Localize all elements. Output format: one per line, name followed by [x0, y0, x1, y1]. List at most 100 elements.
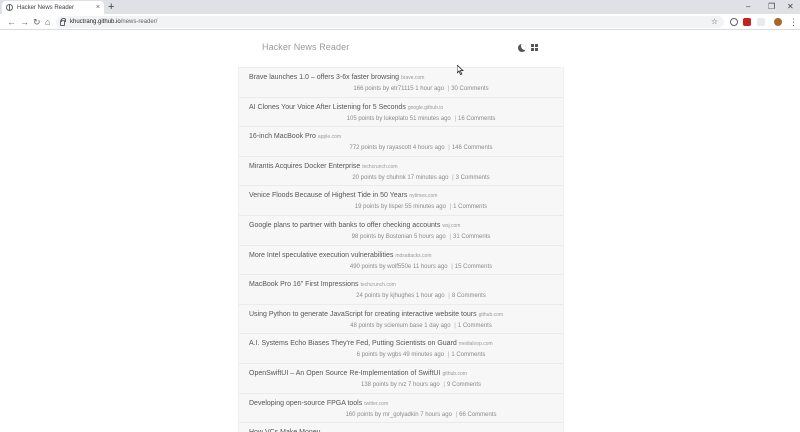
extension-puzzle-icon[interactable]: [757, 18, 765, 26]
story-title-link[interactable]: A.I. Systems Echo Biases They're Fed, Pu…: [249, 340, 457, 347]
story-comments-link[interactable]: 9 Comments: [447, 382, 481, 388]
story-author[interactable]: wgbs: [387, 352, 401, 358]
story-comments-link[interactable]: 146 Comments: [452, 145, 493, 151]
story-points: 6 points: [356, 352, 378, 359]
story-item: Mirantis Acquires Docker Enterprise techc…: [239, 157, 563, 187]
story-age: 49 minutes ago: [403, 352, 445, 359]
extension-icon[interactable]: [730, 18, 738, 26]
story-item: A.I. Systems Echo Biases They're Fed, Pu…: [239, 334, 563, 364]
story-author[interactable]: rayascott: [387, 145, 411, 151]
by-label: by: [374, 411, 382, 418]
story-title-link[interactable]: Developing open-source FPGA tools: [249, 400, 362, 407]
story-author[interactable]: wolf550e: [387, 264, 411, 270]
story-domain[interactable]: mdsattacks.com: [395, 253, 431, 259]
globe-icon: [6, 4, 13, 11]
story-age: 5 hours ago: [414, 233, 446, 240]
story-item: Brave launches 1.0 – offers 3-6x faster …: [239, 68, 563, 98]
story-domain[interactable]: apple.com: [318, 134, 341, 140]
story-title-link[interactable]: Google plans to partner with banks to of…: [249, 222, 440, 229]
story-title-link[interactable]: Venice Floods Because of Highest Tide in…: [249, 192, 407, 199]
story-domain[interactable]: techcrunch.com: [362, 164, 397, 170]
story-age: 7 hours ago: [420, 411, 452, 418]
home-icon[interactable]: ⌂: [45, 15, 50, 29]
story-domain[interactable]: twitter.com: [364, 401, 388, 407]
new-tab-button[interactable]: +: [108, 1, 114, 13]
story-domain[interactable]: wsj.com: [442, 223, 460, 229]
story-domain[interactable]: techcrunch.com: [360, 282, 395, 288]
story-meta: 105 points by lukeplato 51 minutes ago |…: [249, 115, 553, 124]
reload-icon[interactable]: ↻: [33, 15, 41, 29]
story-title-row: AI Clones Your Voice After Listening for…: [249, 103, 553, 113]
story-comments-link[interactable]: 16 Comments: [458, 116, 495, 122]
story-title-row: Developing open-source FPGA tools twitter…: [249, 399, 553, 409]
story-title-link[interactable]: 16-inch MacBook Pro: [249, 133, 316, 140]
story-comments-link[interactable]: 15 Comments: [455, 264, 492, 270]
story-title-link[interactable]: Brave launches 1.0 – offers 3-6x faster …: [249, 74, 399, 81]
story-author[interactable]: kjhughes: [390, 293, 414, 299]
by-label: by: [382, 293, 389, 300]
address-bar[interactable]: khuctrang.github.io/news-reader/ ☆: [56, 16, 724, 28]
mouse-cursor-icon: [457, 65, 464, 75]
page-title: Hacker News Reader: [262, 42, 350, 52]
story-meta: 98 points by Bostonian 5 hours ago | 31 C…: [249, 233, 553, 242]
story-domain[interactable]: google.github.io: [408, 105, 443, 111]
window-close-icon[interactable]: ✕: [787, 1, 794, 13]
by-label: by: [390, 381, 397, 388]
forward-arrow-icon[interactable]: →: [20, 15, 29, 29]
story-comments-link[interactable]: 31 Comments: [453, 234, 490, 240]
story-item: 16-inch MacBook Pro apple.com 772 points b…: [239, 127, 563, 157]
story-comments-link[interactable]: 1 Comments: [451, 352, 485, 358]
story-domain[interactable]: medialoop.com: [459, 341, 493, 347]
story-author[interactable]: rvz: [398, 382, 406, 388]
story-author[interactable]: Bostonian: [386, 234, 413, 240]
story-domain[interactable]: nytimes.com: [409, 193, 437, 199]
story-title-link[interactable]: Mirantis Acquires Docker Enterprise: [249, 163, 360, 170]
by-label: by: [379, 352, 386, 359]
story-author[interactable]: chuhnk: [386, 175, 405, 181]
grid-icon[interactable]: [531, 44, 539, 52]
profile-avatar[interactable]: [774, 18, 782, 26]
story-domain[interactable]: brave.com: [401, 75, 424, 81]
browser-tab[interactable]: Hacker News Reader ×: [2, 1, 104, 14]
story-author[interactable]: etr71115: [391, 86, 414, 92]
story-title-link[interactable]: MacBook Pro 16" First Impressions: [249, 281, 358, 288]
story-domain[interactable]: github.com: [442, 371, 466, 377]
meta-separator: |: [451, 263, 453, 270]
story-points: 48 points: [350, 322, 375, 329]
menu-kebab-icon[interactable]: ⋮: [789, 15, 798, 29]
story-title-link[interactable]: More Intel speculative execution vulnera…: [249, 252, 393, 259]
story-points: 20 points: [352, 174, 377, 181]
story-author[interactable]: scienium base: [384, 323, 422, 329]
story-points: 19 points: [354, 204, 380, 211]
story-author[interactable]: mr_golyadkin: [383, 412, 419, 418]
restore-icon[interactable]: ❐: [768, 1, 775, 13]
story-title-link[interactable]: OpenSwiftUI – An Open Source Re-Implemen…: [249, 370, 440, 377]
story-age: 4 hours ago: [412, 145, 445, 152]
story-age: 11 hours ago: [412, 263, 448, 270]
story-title-link[interactable]: AI Clones Your Voice After Listening for…: [249, 104, 406, 111]
meta-separator: |: [448, 293, 450, 300]
by-label: by: [378, 174, 385, 181]
story-comments-link[interactable]: 8 Comments: [452, 293, 486, 299]
story-title-link[interactable]: Using Python to generate JavaScript for …: [249, 311, 477, 318]
story-meta: 490 points by wolf550e 11 hours ago | 15 …: [249, 263, 553, 272]
minimize-icon[interactable]: –: [746, 1, 750, 13]
story-meta: 160 points by mr_golyadkin 7 hours ago |…: [249, 411, 553, 420]
story-comments-link[interactable]: 30 Comments: [451, 86, 488, 92]
story-meta: 48 points by scienium base 1 day ago | 1 …: [249, 322, 553, 331]
by-label: by: [377, 233, 385, 240]
by-label: by: [376, 322, 383, 329]
story-author[interactable]: lukeplato: [384, 116, 408, 122]
bookmark-star-icon[interactable]: ☆: [711, 16, 718, 28]
story-comments-link[interactable]: 66 Comments: [459, 412, 496, 418]
story-domain[interactable]: github.com: [479, 312, 503, 318]
story-comments-link[interactable]: 1 Comments: [453, 204, 487, 210]
story-comments-link[interactable]: 1 Comments: [458, 323, 492, 329]
moon-icon[interactable]: [518, 44, 526, 52]
story-list: Brave launches 1.0 – offers 3-6x faster …: [238, 67, 564, 432]
story-comments-link[interactable]: 3 Comments: [456, 175, 490, 181]
tab-close-icon[interactable]: ×: [96, 4, 100, 11]
back-arrow-icon[interactable]: ←: [7, 15, 16, 29]
extension-red-icon[interactable]: [743, 18, 751, 26]
story-author[interactable]: lisper: [389, 204, 403, 210]
